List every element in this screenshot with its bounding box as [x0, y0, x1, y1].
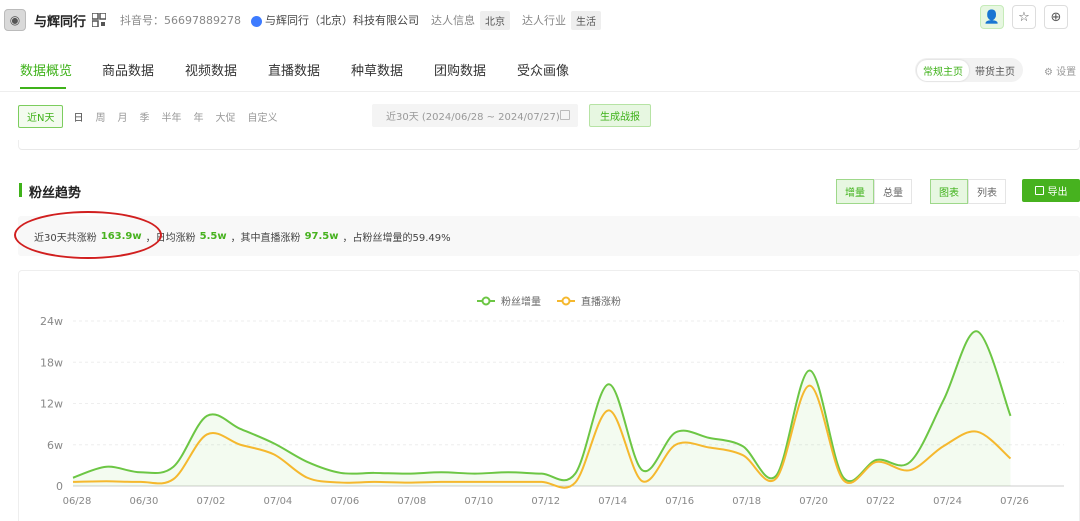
tab-videos[interactable]: 视频数据	[185, 60, 237, 79]
x-tick-label: 07/26	[1000, 496, 1029, 507]
period-custom[interactable]: 自定义	[247, 109, 277, 124]
summary-mid: ，其中直播涨粉	[230, 232, 301, 244]
x-tick-label: 07/18	[732, 496, 761, 507]
y-tick-label: 6w	[47, 439, 63, 452]
fans-trend-chart: 0 6w 12w 18w 24w 06/28 06/30 07/02 07/04 07/06 07/…	[40, 295, 1064, 507]
settings-link[interactable]: ⚙ 设置	[1044, 63, 1076, 78]
period-filters: 近N天 日 周 月 季 半年 年 大促 自定义	[18, 104, 289, 128]
profile-header: ◉ 与辉同行 抖音号：56697889278 与辉同行（北京）科技有限公司 达人…	[0, 0, 1080, 40]
location-chip: 北京	[480, 10, 510, 30]
active-tab-indicator	[20, 87, 66, 89]
section-title: 粉丝趋势	[29, 186, 82, 201]
export-label: 导出	[1047, 187, 1068, 198]
period-last-n-days[interactable]: 近N天	[18, 104, 64, 128]
section-accent-bar	[19, 183, 22, 197]
x-tick-label: 06/28	[63, 496, 92, 507]
verified-icon	[251, 15, 262, 27]
fans-trend-chart-card: 0 6w 12w 18w 24w 06/28 06/30 07/02 07/04 07/06 07/…	[18, 270, 1080, 521]
series-area-fans	[73, 331, 1011, 486]
tab-overview[interactable]: 数据概览	[20, 60, 72, 79]
regular-home-option[interactable]: 常规主页	[917, 59, 969, 81]
date-range-picker[interactable]: 近30天 (2024/06/28 ~ 2024/07/27)	[372, 104, 578, 127]
creator-name: 与辉同行	[34, 14, 87, 30]
y-tick-label: 18w	[40, 356, 63, 369]
tab-audience[interactable]: 受众画像	[517, 60, 569, 79]
gear-icon: ⚙	[1044, 67, 1057, 78]
y-tick-label: 12w	[40, 398, 63, 411]
summary-avg: 5.5w	[199, 230, 227, 242]
calendar-icon	[560, 110, 570, 120]
home-switch: 常规主页 带货主页	[915, 58, 1023, 82]
period-quarter[interactable]: 季	[139, 109, 149, 124]
industry-label: 达人行业	[522, 14, 566, 27]
x-tick-label: 07/22	[866, 496, 895, 507]
x-tick-label: 07/06	[330, 496, 359, 507]
company-name[interactable]: 与辉同行（北京）科技有限公司	[265, 12, 419, 28]
x-tick-label: 06/30	[130, 496, 159, 507]
sales-home-option[interactable]: 带货主页	[969, 60, 1021, 81]
generate-report-button[interactable]: 生成战报	[589, 104, 651, 127]
douyin-id: 抖音号：56697889278	[120, 14, 241, 27]
add-circle-icon[interactable]: ⊕	[1044, 5, 1068, 29]
total-toggle[interactable]: 总量	[874, 179, 912, 204]
x-tick-label: 07/10	[464, 496, 493, 507]
increment-toggle[interactable]: 增量	[836, 179, 874, 204]
y-tick-label: 0	[56, 480, 63, 493]
export-button[interactable]: 导出	[1022, 179, 1080, 202]
period-week[interactable]: 周	[95, 109, 105, 124]
x-tick-label: 07/24	[933, 496, 962, 507]
avatar[interactable]: ◉	[4, 9, 26, 31]
info-label: 达人信息	[431, 14, 475, 27]
star-icon[interactable]: ☆	[1012, 5, 1036, 29]
period-day[interactable]: 日	[73, 109, 83, 124]
filter-card-edge	[18, 140, 1080, 150]
legend-label: 直播涨粉	[581, 295, 621, 308]
follow-user-icon[interactable]: 👤	[980, 5, 1004, 29]
y-tick-label: 24w	[40, 315, 63, 328]
x-tick-label: 07/02	[197, 496, 226, 507]
export-icon	[1034, 186, 1044, 195]
tab-products[interactable]: 商品数据	[102, 60, 154, 79]
x-tick-label: 07/16	[665, 496, 694, 507]
period-year[interactable]: 年	[193, 109, 203, 124]
legend-marker	[561, 296, 571, 306]
qr-code-icon[interactable]	[92, 13, 107, 27]
x-tick-label: 07/08	[397, 496, 426, 507]
summary-live: 97.5w	[304, 230, 339, 242]
fans-summary: 近30天共涨粉 163.9w ， 日均涨粉 5.5w ，其中直播涨粉 97.5w…	[18, 216, 1080, 256]
summary-suffix: ，占粉丝增量的59.49%	[342, 232, 451, 244]
industry-chip: 生活	[571, 10, 601, 30]
chart-view-toggle[interactable]: 图表	[930, 179, 968, 204]
x-tick-label: 07/04	[263, 496, 292, 507]
period-promotion[interactable]: 大促	[215, 109, 235, 124]
legend-marker	[481, 296, 491, 306]
list-view-toggle[interactable]: 列表	[968, 179, 1006, 204]
x-tick-label: 07/14	[598, 496, 627, 507]
tab-live[interactable]: 直播数据	[268, 60, 320, 79]
tab-seeding[interactable]: 种草数据	[351, 60, 403, 79]
x-tick-label: 07/12	[531, 496, 560, 507]
legend-label: 粉丝增量	[501, 295, 541, 308]
red-annotation-ellipse	[14, 211, 162, 259]
header-actions: 👤 ☆ ⊕	[980, 5, 1068, 29]
tab-group-buy[interactable]: 团购数据	[434, 60, 486, 79]
date-range-text: 近30天 (2024/06/28 ~ 2024/07/27)	[386, 112, 560, 123]
x-tick-label: 07/20	[799, 496, 828, 507]
period-month[interactable]: 月	[117, 109, 127, 124]
mode-toggle: 增量 总量	[836, 179, 912, 204]
period-half-year[interactable]: 半年	[161, 109, 181, 124]
view-toggle: 图表 列表	[930, 179, 1006, 204]
